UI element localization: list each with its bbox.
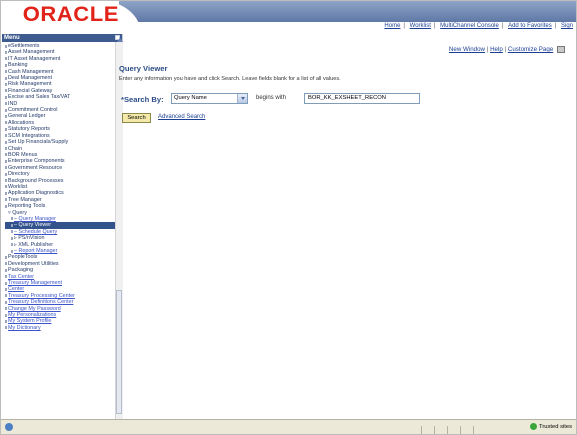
security-zone: Trusted sites (530, 423, 572, 430)
page-utility-links: New Window | Help | Customize Page (449, 46, 565, 53)
multichannel-console-link[interactable]: MultiChannel Console (440, 23, 499, 29)
customize-page-link[interactable]: Customize Page (508, 46, 553, 53)
home-link[interactable]: Home (384, 23, 400, 29)
ie-page-icon (5, 423, 13, 431)
sign-out-link[interactable]: Sign (561, 23, 573, 29)
oracle-logo: ORACLE (22, 3, 119, 26)
menu-item[interactable]: My Dictionary (5, 325, 122, 331)
operator-label: begins with (256, 95, 287, 101)
left-menu: Menu eSettlements Asset Management IT Asse… (2, 34, 123, 422)
check-icon (530, 423, 538, 430)
header-links: Home | Worklist | MultiChannel Console | Ad… (384, 23, 573, 29)
status-panels (421, 422, 496, 434)
search-button[interactable]: Search (122, 113, 151, 123)
add-to-favorites-link[interactable]: Add to Favorites (508, 23, 552, 29)
zone-label: Trusted sites (539, 424, 572, 431)
search-by-select[interactable]: Query Name (171, 93, 248, 104)
header-banner (119, 1, 576, 22)
print-icon[interactable] (557, 46, 565, 53)
main-content: New Window | Help | Customize Page Query… (117, 34, 576, 422)
menu-list: eSettlements Asset Management IT Asset Man… (2, 42, 122, 331)
menu-scrollbar-thumb[interactable] (116, 290, 122, 414)
help-link[interactable]: Help (490, 46, 503, 53)
search-input[interactable]: BOR_KK_EXSHEET_RECON (304, 93, 420, 104)
search-by-label: *Search By: (121, 95, 164, 104)
menu-title: Menu (4, 35, 20, 41)
new-window-link[interactable]: New Window (449, 46, 485, 53)
status-bar: Trusted sites (1, 419, 576, 434)
browser-window: ORACLE Home | Worklist | MultiChannel Cons… (0, 0, 577, 435)
page-header: ORACLE Home | Worklist | MultiChannel Cons… (1, 1, 576, 34)
worklist-link[interactable]: Worklist (410, 23, 431, 29)
advanced-search-link[interactable]: Advanced Search (158, 114, 205, 120)
scroll-up-arrow-icon[interactable] (117, 38, 123, 42)
search-by-value: Query Name (174, 95, 207, 101)
page-title: Query Viewer (119, 64, 168, 73)
chevron-down-icon[interactable] (237, 94, 247, 103)
menu-header: Menu (2, 34, 122, 42)
search-instructions: Enter any information you have and click… (119, 76, 341, 82)
